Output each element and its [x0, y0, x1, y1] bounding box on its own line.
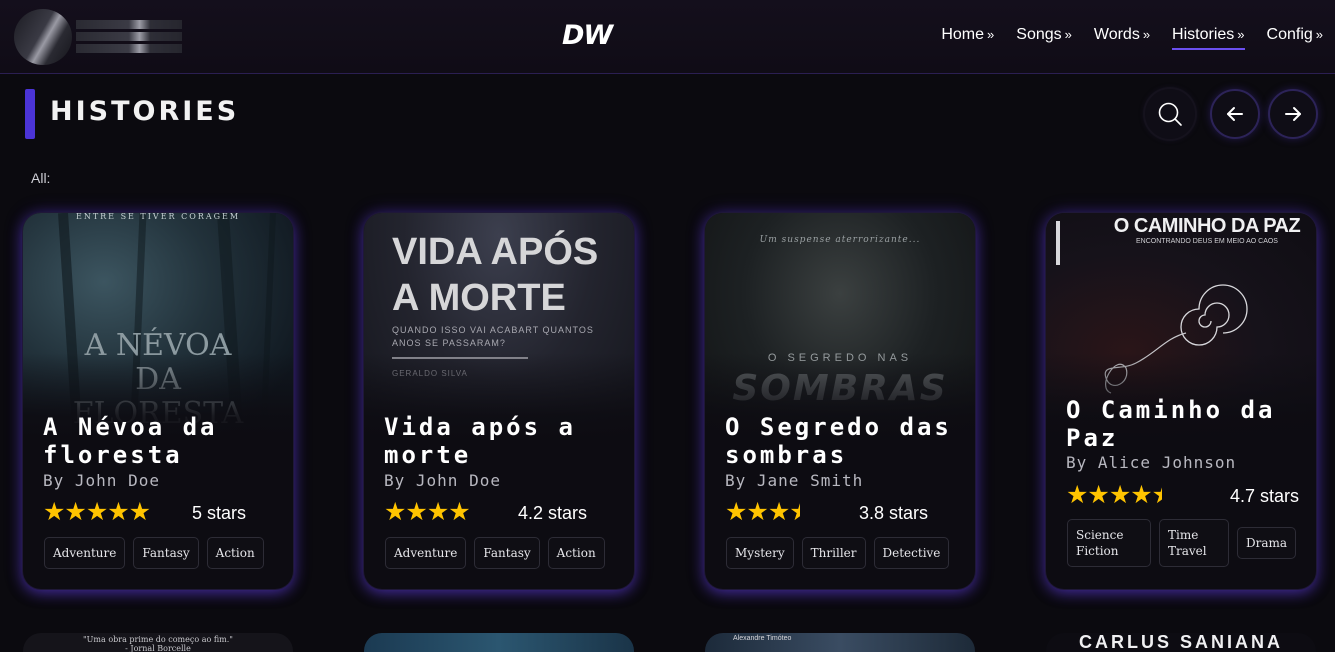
nav-arrow-icon: »	[1315, 27, 1323, 42]
story-title: O Caminho da Paz	[1066, 396, 1276, 452]
rating-text: 4.2 stars	[517, 503, 587, 523]
page-title: HISTORIES	[50, 96, 240, 127]
genre-tag[interactable]: Action	[547, 537, 605, 569]
search-button[interactable]	[1145, 89, 1195, 139]
nav-histories-label: Histories	[1172, 26, 1235, 43]
star-rating-icons: ★★★★★	[1066, 480, 1174, 509]
nav-arrow-icon: »	[987, 27, 995, 42]
cover-quote: "Uma obra prime do começo ao fim." - Jor…	[83, 635, 233, 652]
star-rating-icons: ★★★★	[725, 497, 812, 526]
genre-tag[interactable]: Fantasy	[133, 537, 199, 569]
nav-home-label: Home	[941, 26, 985, 43]
story-card[interactable]: Alexandre Timóteo	[705, 633, 975, 652]
filter-label: All:	[31, 170, 51, 186]
nav-words[interactable]: Words»	[1094, 26, 1150, 50]
next-button[interactable]	[1268, 89, 1318, 139]
arrow-left-icon	[1227, 107, 1243, 121]
story-card[interactable]: "Uma obra prime do começo ao fim." - Jor…	[23, 633, 293, 652]
top-navbar: DW Home» Songs» Words» Histories» Config…	[0, 0, 1335, 74]
nav-arrow-icon: »	[1142, 27, 1151, 42]
nav-arrow-icon: »	[1237, 27, 1245, 42]
nav-histories[interactable]: Histories»	[1172, 26, 1245, 50]
tag-list: Adventure Fantasy Action	[44, 537, 264, 569]
nav-words-label: Words	[1093, 26, 1140, 43]
nav-config-label: Config	[1266, 26, 1313, 43]
nav-arrow-icon: »	[1064, 27, 1072, 42]
nav-songs-label: Songs	[1016, 26, 1062, 43]
genre-tag[interactable]: Fantasy	[474, 537, 540, 569]
genre-tag[interactable]: Drama	[1237, 527, 1297, 559]
user-avatar[interactable]	[14, 9, 72, 65]
tag-list: Mystery Thriller Detective	[726, 537, 950, 569]
tag-list: Science Fiction Time Travel Drama	[1067, 519, 1297, 567]
story-author: By John Doe	[384, 471, 501, 490]
genre-tag[interactable]: Thriller	[801, 537, 866, 569]
site-logo[interactable]: DW	[562, 20, 613, 51]
story-card[interactable]: O CAMINHO DA PAZ ENCONTRANDO DEUS EM MEI…	[1046, 213, 1316, 589]
search-icon	[1158, 102, 1182, 126]
rating-text: 4.7 stars	[1229, 486, 1299, 506]
story-title: O Segredo das sombras	[725, 413, 952, 469]
genre-tag[interactable]: Detective	[873, 537, 950, 569]
arrow-right-icon	[1285, 107, 1301, 121]
genre-tag[interactable]: Science Fiction	[1067, 519, 1151, 567]
genre-tag[interactable]: Time Travel	[1159, 519, 1229, 567]
story-card[interactable]	[364, 633, 634, 652]
genre-tag[interactable]: Mystery	[726, 537, 794, 569]
story-author: By John Doe	[43, 471, 160, 490]
cover-author: Alexandre Timóteo	[733, 635, 792, 642]
cover-author: CARLUS SANIANA	[1079, 633, 1283, 652]
story-card[interactable]: CARLUS SANIANA	[1046, 633, 1316, 652]
title-accent-bar	[25, 89, 35, 139]
genre-tag[interactable]: Action	[206, 537, 264, 569]
star-rating-icons: ★★★★★	[43, 497, 151, 526]
star-rating-icons: ★★★★	[384, 497, 471, 526]
tag-list: Adventure Fantasy Action	[385, 537, 605, 569]
rating-text: 3.8 stars	[858, 503, 928, 523]
genre-tag[interactable]: Adventure	[385, 537, 467, 569]
story-card[interactable]: VIDA APÓS A MORTE QUANDO ISSO VAI ACABAR…	[364, 213, 634, 589]
nav-songs[interactable]: Songs»	[1016, 26, 1072, 50]
story-card[interactable]: Um suspense aterrorizante... O SEGREDO N…	[705, 213, 975, 589]
rating-text: 5 stars	[191, 503, 246, 523]
story-title: Vida após a morte	[384, 413, 576, 469]
genre-tag[interactable]: Adventure	[44, 537, 126, 569]
story-card[interactable]: ENTRE SE TIVER CORAGEM A NÉVOA DA FLORES…	[23, 213, 293, 589]
main-nav: Home» Songs» Words» Histories» Config»	[941, 26, 1323, 50]
user-name-placeholder	[76, 20, 182, 54]
story-title: A Névoa da floresta	[43, 413, 218, 469]
story-author: By Jane Smith	[725, 471, 864, 490]
nav-config[interactable]: Config»	[1267, 26, 1323, 50]
story-author: By Alice Johnson	[1066, 453, 1237, 472]
nav-home[interactable]: Home»	[941, 26, 994, 50]
previous-button[interactable]	[1210, 89, 1260, 139]
